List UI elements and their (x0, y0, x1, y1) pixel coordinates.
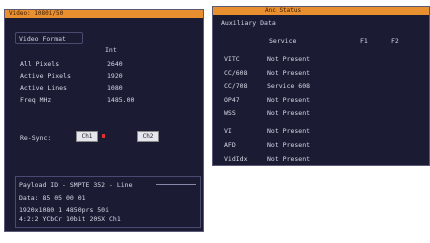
anc-row-name: OP47 (224, 96, 240, 104)
field-row: All Pixels 2640 (20, 60, 200, 69)
resync-label: Re-Sync: (20, 134, 52, 142)
video-format-value: Int (105, 46, 117, 54)
payload-panel: Payload ID - SMPTE 352 - Line Data: 85 0… (15, 176, 201, 228)
anc-row-status: Not Present (267, 109, 311, 117)
payload-title: Payload ID - SMPTE 352 - Line (19, 181, 133, 189)
anc-row-name: VI (224, 127, 232, 135)
anc-row-status: Not Present (267, 127, 311, 135)
field-value: 1920 (107, 72, 123, 80)
anc-row-name: VITC (224, 55, 240, 63)
field-row: Freq MHz 1485.00 (20, 96, 200, 105)
field-label: All Pixels (20, 60, 60, 68)
resync-ch1-button[interactable]: Ch1 (76, 131, 98, 142)
anc-window-titlebar[interactable]: Anc Status (213, 7, 429, 15)
field-label: Active Pixels (20, 72, 71, 80)
field-label: Freq MHz (20, 96, 52, 104)
resync-indicator (102, 134, 105, 138)
field-label: Active Lines (20, 84, 67, 92)
anc-row: AFD Not Present (224, 141, 404, 150)
payload-data: Data: 85 05 00 01 (19, 194, 86, 202)
anc-row-status: Service 608 (267, 82, 311, 90)
anc-row-name: WSS (224, 109, 236, 117)
anc-row-name: AFD (224, 141, 236, 149)
video-window: Video: 1080i/50 Video Format Int All Pix… (4, 9, 204, 232)
anc-row: CC/708 Service 608 (224, 82, 404, 91)
anc-row-status: Not Present (267, 155, 311, 163)
f1-column-header: F1 (360, 37, 368, 45)
f2-column-header: F2 (391, 37, 399, 45)
anc-row: VI Not Present (224, 127, 404, 136)
payload-title-rule (156, 184, 196, 185)
field-value: 1080 (107, 84, 123, 92)
anc-row: OP47 Not Present (224, 96, 404, 105)
field-row: Active Pixels 1920 (20, 72, 200, 81)
video-format-tab-label: Video Format (19, 35, 66, 43)
anc-row-name: CC/708 (224, 82, 248, 90)
anc-row: VITC Not Present (224, 55, 404, 64)
anc-row-name: CC/608 (224, 69, 248, 77)
payload-line-1: 1920x1080 1 4850prs 50i (19, 206, 110, 214)
video-format-tab[interactable]: Video Format (15, 32, 83, 44)
anc-status-window: Anc Status Auxiliary Data Service F1 F2 … (212, 6, 430, 166)
service-column-header: Service (269, 37, 297, 45)
video-window-titlebar[interactable]: Video: 1080i/50 (5, 10, 203, 18)
anc-row-name: VidIdx (224, 155, 248, 163)
anc-row-status: Not Present (267, 141, 311, 149)
auxiliary-data-label: Auxiliary Data (221, 19, 276, 27)
field-row: Active Lines 1080 (20, 84, 200, 93)
anc-row: VidIdx Not Present (224, 155, 404, 164)
anc-row: CC/608 Not Present (224, 69, 404, 78)
anc-row-status: Not Present (267, 55, 311, 63)
field-value: 1485.00 (107, 96, 135, 104)
anc-row: WSS Not Present (224, 109, 404, 118)
payload-line-2: 4:2:2 YCbCr 10bit 20SX Ch1 (19, 215, 121, 223)
anc-row-status: Not Present (267, 96, 311, 104)
resync-ch2-button[interactable]: Ch2 (137, 131, 159, 142)
field-value: 2640 (107, 60, 123, 68)
anc-row-status: Not Present (267, 69, 311, 77)
